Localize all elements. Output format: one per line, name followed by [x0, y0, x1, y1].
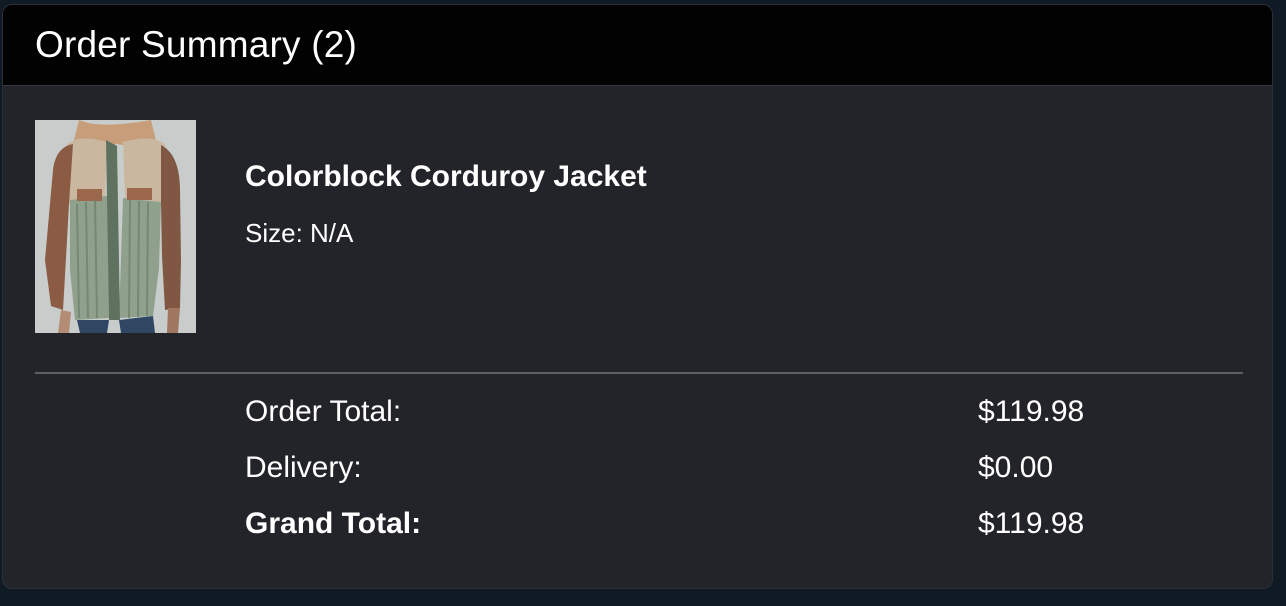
delivery-label: Delivery:	[245, 451, 362, 484]
product-image	[35, 120, 196, 333]
delivery-row: Delivery: $0.00	[245, 451, 1145, 491]
order-summary-header: Order Summary (2)	[3, 5, 1272, 86]
jacket-illustration	[35, 120, 196, 333]
summary-divider	[35, 372, 1243, 374]
order-total-label: Order Total:	[245, 395, 402, 428]
grand-total-row: Grand Total: $119.98	[245, 507, 1145, 547]
grand-total-value: $119.98	[978, 507, 1085, 540]
product-size: Size: N/A	[245, 218, 354, 248]
delivery-value: $0.00	[978, 451, 1054, 484]
order-summary-title: Order Summary (2)	[35, 24, 358, 65]
order-summary-card: Order Summary (2) Colorblock Corduroy Ja…	[2, 4, 1273, 589]
order-item: Colorblock Corduroy Jacket Size: N/A	[35, 120, 1235, 335]
order-total-row: Order Total: $119.98	[245, 395, 1145, 435]
grand-total-label: Grand Total:	[245, 507, 422, 540]
product-name: Colorblock Corduroy Jacket	[245, 160, 647, 193]
order-total-value: $119.98	[978, 395, 1085, 428]
